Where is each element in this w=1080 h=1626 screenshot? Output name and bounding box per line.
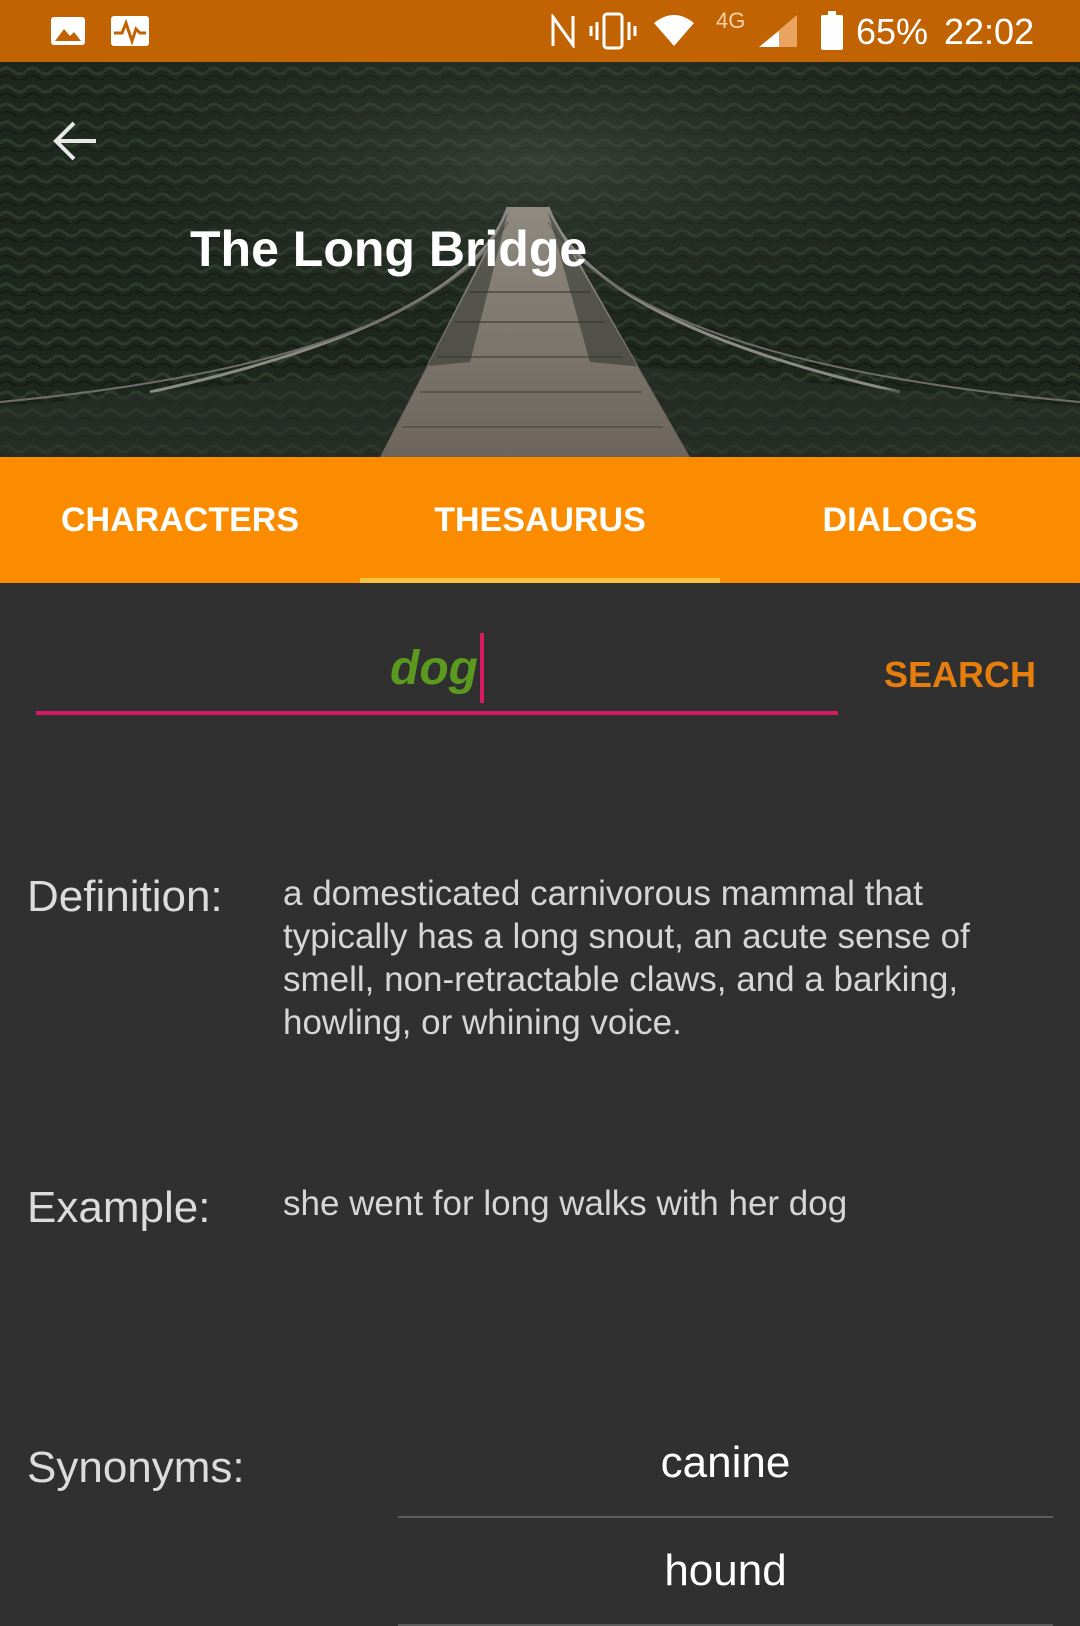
tab-bar: CHARACTERS THESAURUS DIALOGS bbox=[0, 457, 1080, 583]
clock: 22:02 bbox=[944, 11, 1035, 52]
wifi-icon bbox=[652, 0, 696, 62]
synonym-item[interactable]: hound bbox=[398, 1518, 1053, 1626]
vibrate-icon bbox=[588, 0, 638, 62]
tab-label: DIALOGS bbox=[822, 500, 978, 539]
tab-label: THESAURUS bbox=[434, 500, 646, 539]
signal-icon bbox=[756, 0, 800, 62]
text-caret bbox=[479, 633, 484, 703]
search-input-value: dog bbox=[390, 641, 478, 695]
search-button[interactable]: SEARCH bbox=[860, 640, 1060, 710]
synonym-item[interactable]: canine bbox=[398, 1410, 1053, 1518]
image-icon bbox=[48, 0, 88, 62]
battery-percent: 65% bbox=[856, 11, 929, 52]
tab-thesaurus[interactable]: THESAURUS bbox=[360, 457, 720, 583]
tab-label: CHARACTERS bbox=[61, 500, 299, 539]
example-text: she went for long walks with her dog bbox=[283, 1184, 848, 1223]
network-type: 4G bbox=[716, 8, 746, 33]
tab-characters[interactable]: CHARACTERS bbox=[0, 457, 360, 583]
arrow-left-icon bbox=[53, 121, 96, 161]
status-bar: 4G 65% 22:02 bbox=[0, 0, 1080, 62]
nfc-icon bbox=[548, 0, 578, 62]
back-button[interactable] bbox=[40, 106, 110, 176]
synonym-list: canine hound bbox=[398, 1410, 1053, 1626]
synonyms-label: Synonyms: bbox=[27, 1443, 245, 1492]
battery-icon bbox=[818, 0, 846, 62]
example-label: Example: bbox=[27, 1183, 211, 1232]
definition-text: a domesticated carnivorous mammal that t… bbox=[283, 874, 970, 1042]
activity-icon bbox=[108, 0, 152, 62]
search-input[interactable]: dog bbox=[36, 625, 838, 715]
definition-label: Definition: bbox=[27, 872, 223, 921]
active-tab-indicator bbox=[360, 578, 720, 583]
search-field-wrapper: dog bbox=[36, 625, 838, 717]
header: The Long Bridge bbox=[0, 62, 1080, 457]
page-title: The Long Bridge bbox=[190, 221, 588, 277]
tab-dialogs[interactable]: DIALOGS bbox=[720, 457, 1080, 583]
